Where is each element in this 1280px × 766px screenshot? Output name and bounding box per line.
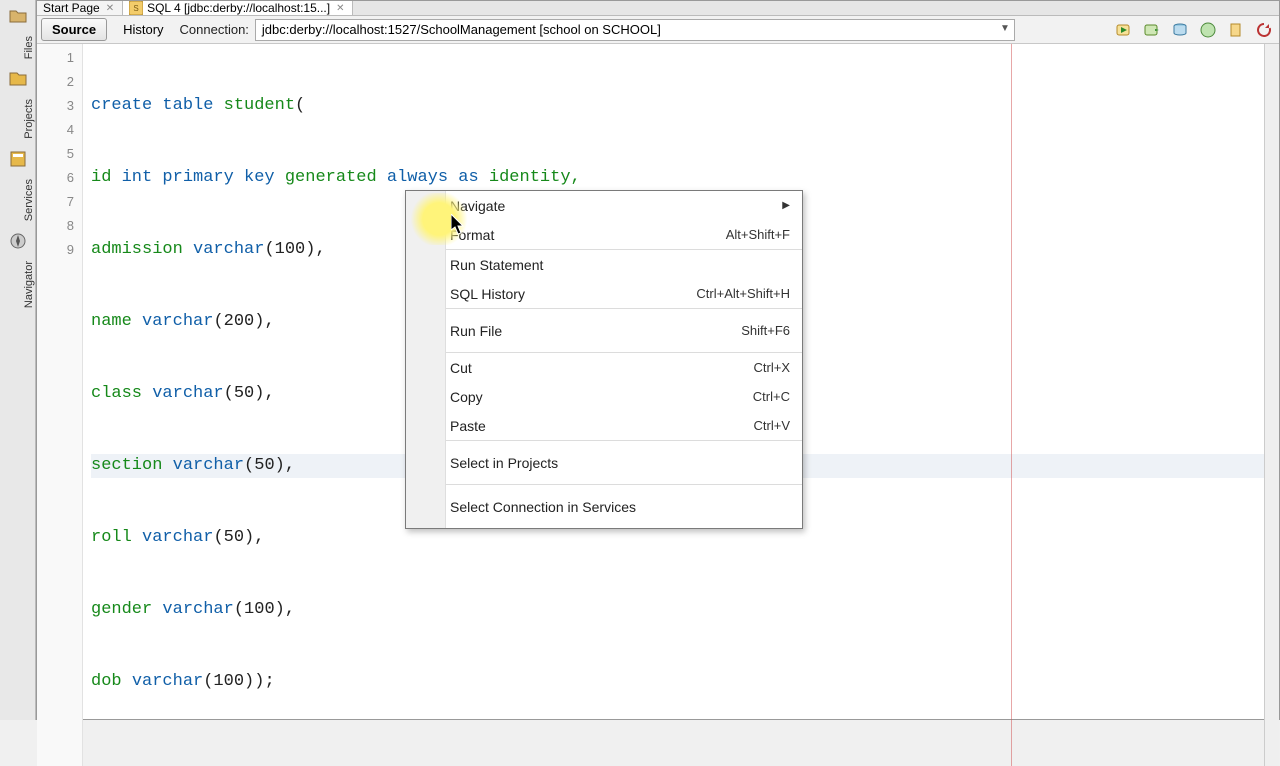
menu-paste[interactable]: Paste Ctrl+V	[406, 411, 802, 440]
history-button[interactable]: History	[113, 19, 173, 40]
run-statement-icon[interactable]	[1141, 19, 1163, 41]
menu-select-connection[interactable]: Select Connection in Services	[406, 485, 802, 528]
close-icon[interactable]: ✕	[104, 3, 116, 14]
context-menu: Navigate ▶ Format Alt+Shift+F Run Statem…	[405, 190, 803, 529]
tab-sql[interactable]: S SQL 4 [jdbc:derby://localhost:15...] ✕	[123, 1, 353, 15]
vertical-scrollbar[interactable]	[1264, 44, 1279, 766]
chevron-down-icon: ▼	[1000, 23, 1010, 34]
clipboard-icon[interactable]	[1225, 19, 1247, 41]
services-icon[interactable]	[4, 147, 32, 171]
refresh-icon[interactable]	[1253, 19, 1275, 41]
menu-run-file[interactable]: Run File Shift+F6	[406, 309, 802, 352]
projects-icon[interactable]	[4, 67, 32, 91]
tab-start-page[interactable]: Start Page ✕	[37, 1, 123, 15]
connection-label: Connection:	[180, 22, 249, 37]
run-sql-icon[interactable]	[1113, 19, 1135, 41]
files-icon[interactable]	[4, 4, 32, 28]
menu-select-in-projects[interactable]: Select in Projects	[406, 441, 802, 484]
line-gutter: 1 2 3 4 5 6 7 8 9	[37, 44, 83, 766]
tab-sql-label: SQL 4 [jdbc:derby://localhost:15...]	[147, 1, 330, 15]
editor-toolbar: Source History Connection: jdbc:derby://…	[37, 16, 1279, 44]
sidebar-tab-projects[interactable]: Projects	[0, 93, 35, 145]
editor-tabs: Start Page ✕ S SQL 4 [jdbc:derby://local…	[37, 1, 1279, 16]
chevron-right-icon: ▶	[782, 200, 790, 211]
menu-run-statement[interactable]: Run Statement	[406, 250, 802, 279]
navigator-icon[interactable]	[4, 229, 32, 253]
menu-navigate[interactable]: Navigate ▶	[406, 191, 802, 220]
sidebar-tab-services[interactable]: Services	[0, 173, 35, 227]
tab-start-page-label: Start Page	[43, 1, 100, 15]
connection-dropdown[interactable]: jdbc:derby://localhost:1527/SchoolManage…	[255, 19, 1015, 41]
globe-icon[interactable]	[1197, 19, 1219, 41]
svg-text:S: S	[133, 4, 138, 13]
sidebar-tab-navigator[interactable]: Navigator	[0, 255, 35, 314]
menu-format[interactable]: Format Alt+Shift+F	[406, 220, 802, 249]
close-icon[interactable]: ✕	[334, 3, 346, 14]
menu-sql-history[interactable]: SQL History Ctrl+Alt+Shift+H	[406, 279, 802, 308]
left-sidebar: Files Projects Services Navigator	[0, 0, 36, 720]
db-icon[interactable]	[1169, 19, 1191, 41]
connection-value: jdbc:derby://localhost:1527/SchoolManage…	[262, 22, 661, 37]
menu-cut[interactable]: Cut Ctrl+X	[406, 353, 802, 382]
source-button[interactable]: Source	[41, 18, 107, 41]
print-margin	[1011, 44, 1012, 766]
menu-copy[interactable]: Copy Ctrl+C	[406, 382, 802, 411]
sidebar-tab-files[interactable]: Files	[0, 30, 35, 65]
sql-icon: S	[129, 1, 143, 15]
